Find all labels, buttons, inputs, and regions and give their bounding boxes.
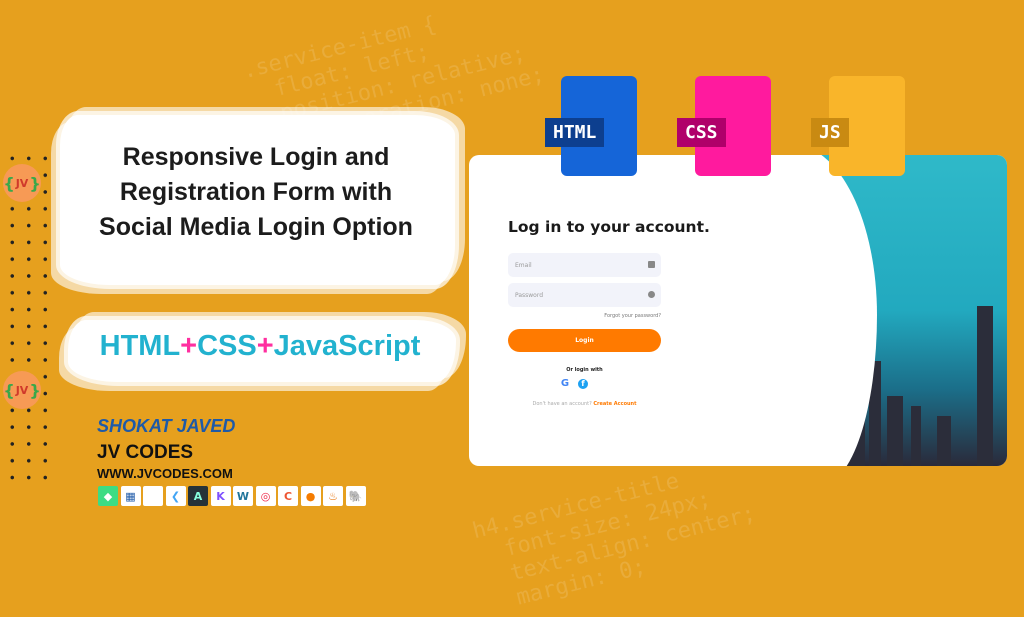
tech-stack-text: HTML+CSS+JavaScript: [99, 330, 421, 362]
background-code: h4.service-title font-size: 24px; text-a…: [470, 468, 759, 617]
facebook-icon[interactable]: f: [578, 379, 588, 389]
android-studio-icon: A: [188, 486, 208, 506]
login-card-preview: [469, 155, 1007, 466]
google-icon[interactable]: G: [559, 378, 571, 390]
eye-icon[interactable]: [648, 291, 655, 298]
form-title: Log in to your account.: [508, 218, 710, 236]
author-name: SHOKAT JAVED: [97, 416, 236, 436]
google-ads-icon: C: [278, 486, 298, 506]
password-input[interactable]: Password: [508, 283, 661, 307]
jv-logo: {JV}: [3, 164, 41, 202]
kotlin-icon: K: [210, 486, 231, 506]
html-file-icon: HTML: [545, 76, 637, 176]
js-file-icon: JS: [811, 76, 905, 176]
email-input[interactable]: Email: [508, 253, 661, 277]
website-link[interactable]: WWW.JVCODES.COM: [97, 466, 233, 481]
wordpress-icon: W: [233, 486, 253, 506]
java-icon: ♨: [323, 486, 343, 506]
apple-icon: [143, 486, 163, 506]
postgresql-icon: 🐘: [345, 486, 366, 506]
or-login-with: Or login with: [566, 367, 603, 373]
forgot-password-link[interactable]: Forgot your password?: [508, 313, 661, 319]
android-icon: ◆: [98, 486, 118, 506]
airtable-icon: ◎: [255, 486, 276, 506]
login-button[interactable]: Login: [508, 329, 661, 352]
flutter-icon: ❮: [165, 486, 186, 506]
apple-icon[interactable]: [596, 378, 608, 390]
microsoft-store-icon: ▦: [120, 486, 141, 506]
brand-name: JV CODES: [97, 442, 194, 463]
headline: Responsive Login and Registration Form wi…: [99, 143, 413, 241]
tech-icons-row: ◆ ▦ ❮ A K W ◎ C ● ♨ 🐘: [98, 486, 366, 506]
wave-shape: [737, 155, 877, 466]
firebase-icon: ●: [300, 486, 321, 506]
mail-icon: [648, 261, 655, 268]
signup-prompt: Don't have an account? Create Account: [532, 401, 637, 407]
jv-logo: {JV}: [3, 371, 41, 409]
css-file-icon: CSS: [677, 76, 771, 176]
create-account-link[interactable]: Create Account: [593, 401, 636, 407]
